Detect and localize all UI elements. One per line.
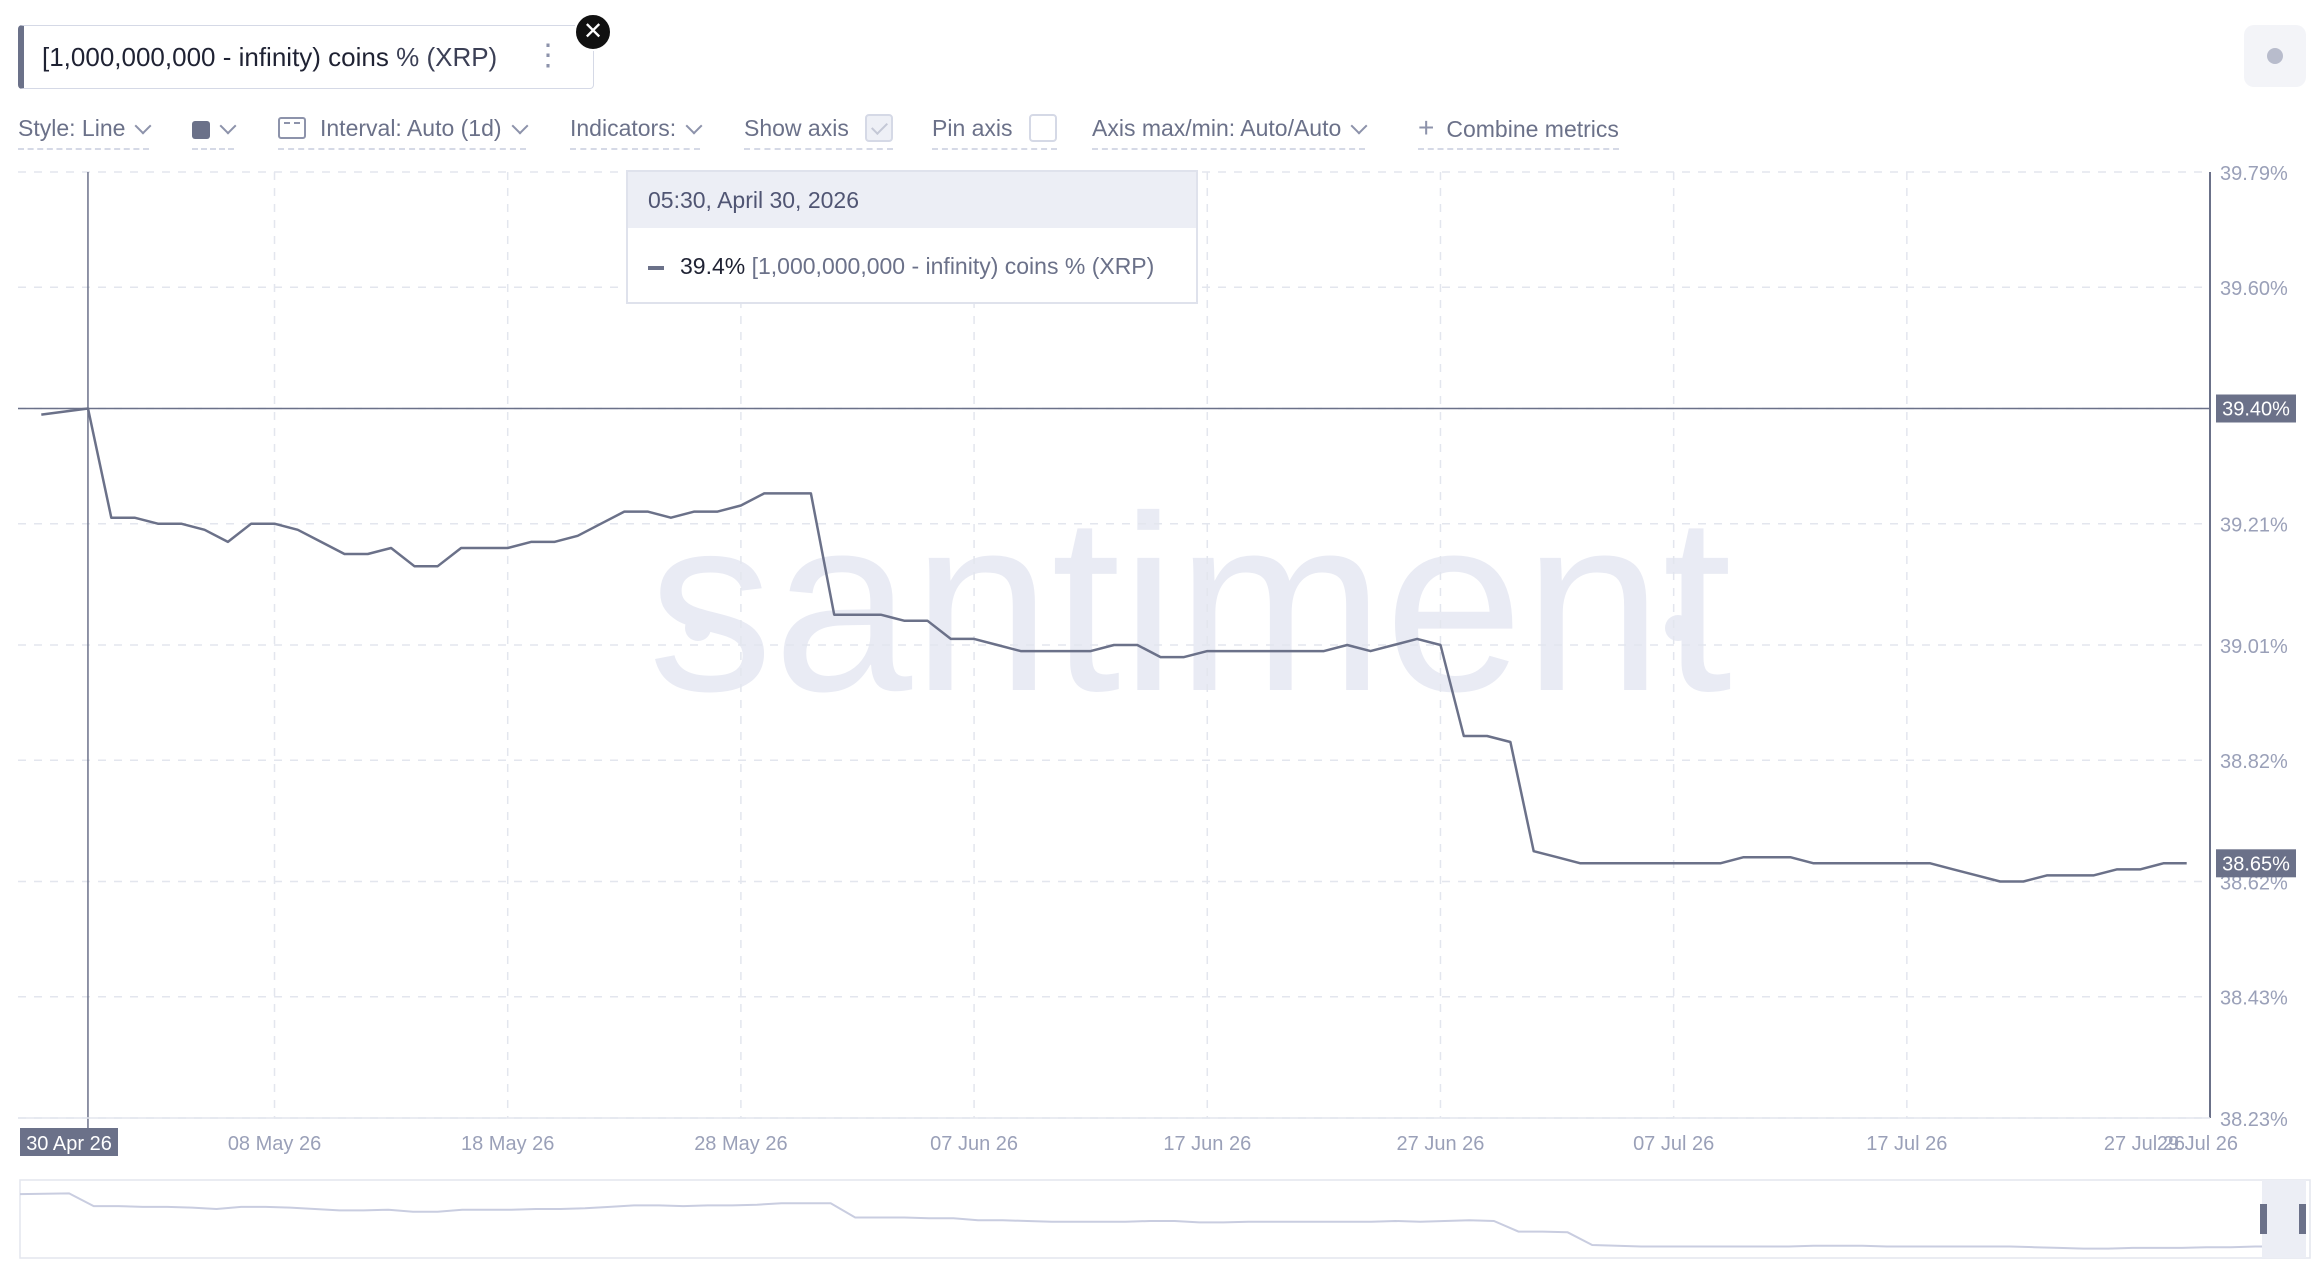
chart-tooltip: 05:30, April 30, 2026 39.4% [1,000,000,0… [626, 170, 1198, 304]
tooltip-value: 39.4% [680, 253, 746, 279]
x-tick-label: 18 May 26 [461, 1133, 554, 1155]
x-tick-label: 17 Jul 26 [1866, 1133, 1947, 1155]
navigator-handle-right[interactable] [2299, 1204, 2306, 1234]
tooltip-row: 39.4% [1,000,000,000 - infinity) coins %… [628, 228, 1196, 304]
x-tick-label: 07 Jul 26 [1633, 1133, 1714, 1155]
watermark-text: santiment [648, 464, 1732, 743]
x-tick-label: 28 May 26 [694, 1133, 787, 1155]
series-legend-dash [648, 265, 664, 270]
x-tick-label: 08 May 26 [228, 1133, 321, 1155]
x-tick-label: 29 Jul 26 [2157, 1133, 2238, 1155]
y-tick-label: 38.82% [2220, 751, 2288, 773]
y-tick-label: 39.01% [2220, 636, 2288, 658]
x-tick-label: 27 Jun 26 [1397, 1133, 1485, 1155]
y-tick-label: 39.79% [2220, 163, 2288, 185]
tooltip-series-name: [1,000,000,000 - infinity) coins % (XRP) [751, 253, 1155, 279]
crosshair-value-badge: 39.40% [2222, 399, 2290, 421]
x-tick-label: 17 Jun 26 [1163, 1133, 1251, 1155]
y-tick-label: 38.43% [2220, 988, 2288, 1010]
x-tick-label: 07 Jun 26 [930, 1133, 1018, 1155]
watermark-dot [1665, 615, 1691, 641]
tooltip-date: 05:30, April 30, 2026 [628, 172, 1196, 228]
navigator[interactable] [19, 1179, 2311, 1259]
watermark: santiment [648, 464, 1732, 743]
navigator-handle-left[interactable] [2260, 1204, 2267, 1234]
y-tick-label: 39.21% [2220, 515, 2288, 537]
watermark-dot [685, 615, 711, 641]
x-tick-label: 30 Apr 26 [26, 1133, 112, 1155]
y-tick-label: 39.60% [2220, 278, 2288, 300]
y-tick-label: 38.23% [2220, 1109, 2288, 1131]
last-value-badge: 38.65% [2222, 853, 2290, 875]
